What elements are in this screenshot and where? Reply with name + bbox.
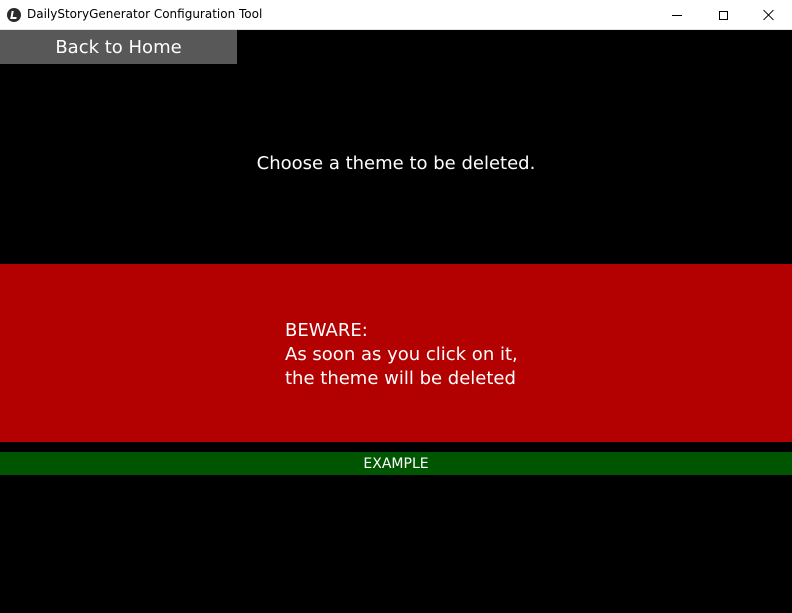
close-icon: [763, 9, 775, 21]
instruction-text: Choose a theme to be deleted.: [256, 153, 536, 174]
window-controls: [654, 0, 792, 30]
app-logo-icon: [7, 8, 21, 22]
minimize-button[interactable]: [654, 0, 700, 30]
title-bar: DailyStoryGenerator Configuration Tool: [0, 0, 792, 30]
warning-text: BEWARE: As soon as you click on it, the …: [285, 319, 518, 391]
window-title: DailyStoryGenerator Configuration Tool: [27, 7, 263, 21]
minimize-icon: [672, 14, 682, 16]
warning-line-2: the theme will be deleted: [285, 368, 516, 389]
back-to-home-button[interactable]: Back to Home: [0, 30, 237, 64]
warning-panel: BEWARE: As soon as you click on it, the …: [0, 264, 792, 442]
theme-button-example[interactable]: EXAMPLE: [0, 452, 792, 475]
warning-heading: BEWARE:: [285, 320, 368, 341]
close-button[interactable]: [746, 0, 792, 30]
maximize-icon: [718, 10, 728, 20]
app-window: DailyStoryGenerator Configuration Tool B…: [0, 0, 792, 613]
maximize-button[interactable]: [700, 0, 746, 30]
warning-line-1: As soon as you click on it,: [285, 344, 518, 365]
